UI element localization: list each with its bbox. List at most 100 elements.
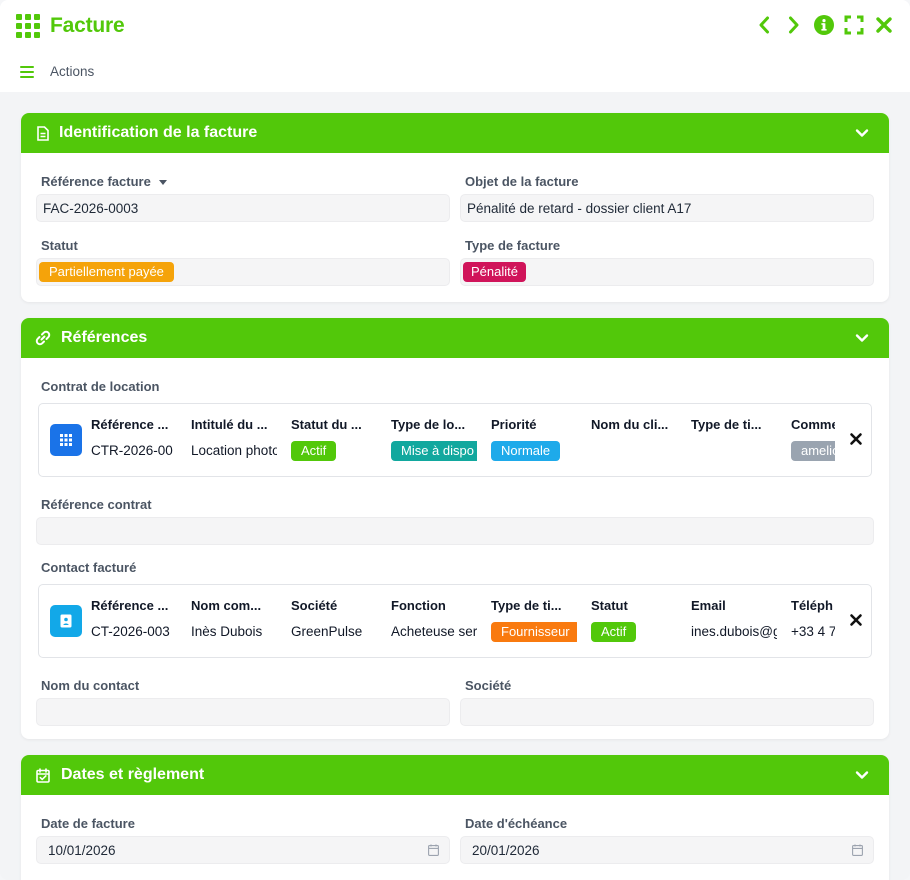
contact-col-function: Fonction Acheteuse ser — [391, 598, 477, 644]
invoice-window: Facture Actions Identification de la fac… — [0, 0, 910, 880]
section-title: Dates et règlement — [61, 766, 205, 783]
status-field[interactable]: Partiellement payée — [36, 258, 450, 286]
caret-down-icon[interactable] — [158, 180, 167, 186]
link-icon — [35, 330, 51, 346]
references-section-header[interactable]: Références — [21, 318, 889, 358]
contract-col-comment: Comme amelio — [791, 417, 835, 461]
document-icon — [35, 125, 51, 141]
object-field[interactable]: Pénalité de retard - dossier client A17 — [460, 194, 874, 222]
window-controls — [754, 14, 894, 36]
due-date-field[interactable]: 20/01/2026 — [460, 836, 874, 864]
calendar-check-icon — [35, 767, 51, 783]
column-header: Référence ... — [91, 417, 169, 432]
hamburger-menu-icon[interactable] — [20, 65, 34, 78]
cell-value: Location photo — [191, 443, 277, 458]
section-title: Identification de la facture — [59, 124, 258, 141]
contact-record[interactable]: Référence ... CT-2026-003 Nom com... Inè… — [38, 584, 872, 658]
contact-name-field[interactable] — [36, 698, 450, 726]
calendar-icon[interactable] — [852, 844, 863, 856]
title-row: Facture — [16, 13, 125, 39]
type-field[interactable]: Pénalité — [460, 258, 874, 286]
contract-col-priority: Priorité Normale — [491, 417, 577, 461]
calendar-icon[interactable] — [428, 844, 439, 856]
column-header: Comme — [791, 417, 835, 432]
contact-col-company: Société GreenPulse — [291, 598, 377, 644]
type-badge: Mise à dispo — [391, 441, 477, 461]
type-label: Type de facture — [465, 238, 561, 253]
remove-contract-icon[interactable] — [849, 432, 863, 446]
status-badge: Actif — [591, 622, 637, 642]
column-header: Priorité — [491, 417, 537, 432]
contract-col-type: Type de lo... Mise à dispo — [391, 417, 477, 461]
section-title: Références — [61, 329, 148, 346]
column-header: Fonction — [391, 598, 446, 613]
contract-col-tier-type: Type de ti... — [691, 417, 777, 433]
due-date-value: 20/01/2026 — [472, 842, 540, 858]
contract-col-title: Intitulé du ... Location photo — [191, 417, 277, 463]
dates-section: Dates et règlement Date de facture 10/01… — [21, 755, 889, 880]
contact-col-phone: Téléph +33 4 7 — [791, 598, 835, 644]
contract-ref-label: Référence contrat — [41, 497, 152, 512]
top-bar: Facture Actions — [0, 0, 910, 92]
column-header: Type de ti... — [491, 598, 562, 613]
info-icon[interactable] — [814, 14, 834, 36]
cell-value: GreenPulse — [291, 624, 363, 639]
next-chevron-icon[interactable] — [784, 14, 804, 36]
contract-col-client: Nom du cli... — [591, 417, 677, 433]
page-title: Facture — [50, 14, 125, 37]
contact-label: Contact facturé — [41, 560, 137, 575]
column-header: Téléph — [791, 598, 833, 613]
priority-badge: Normale — [491, 441, 561, 461]
references-section: Références Contrat de location Référence… — [21, 318, 889, 739]
cell-value: Acheteuse ser — [391, 624, 477, 639]
column-header: Nom com... — [191, 598, 262, 613]
column-header: Type de ti... — [691, 417, 762, 432]
identification-section-header[interactable]: Identification de la facture — [21, 113, 889, 153]
status-badge: Partiellement payée — [39, 262, 174, 282]
column-header: Statut — [591, 598, 628, 613]
contract-record[interactable]: Référence ... CTR-2026-00 Intitulé du ..… — [38, 403, 872, 477]
type-badge: Pénalité — [463, 262, 526, 282]
contact-col-ref: Référence ... CT-2026-003 — [91, 598, 177, 644]
cell-value: Inès Dubois — [191, 624, 263, 639]
fullscreen-icon[interactable] — [844, 14, 864, 36]
column-header: Email — [691, 598, 726, 613]
contract-label: Contrat de location — [41, 379, 160, 394]
contact-col-name: Nom com... Inès Dubois — [191, 598, 277, 644]
status-badge: Actif — [291, 441, 337, 461]
chevron-down-icon[interactable] — [855, 331, 869, 345]
column-header: Intitulé du ... — [191, 417, 268, 432]
column-header: Référence ... — [91, 598, 169, 613]
column-header: Statut du ... — [291, 417, 362, 432]
cell-value: CT-2026-003 — [91, 624, 170, 639]
contract-ref-field[interactable] — [36, 517, 874, 545]
chevron-down-icon[interactable] — [855, 126, 869, 140]
column-header: Société — [291, 598, 338, 613]
invoice-date-value: 10/01/2026 — [48, 842, 116, 858]
contact-col-email: Email ines.dubois@g — [691, 598, 777, 644]
app-grid-icon[interactable] — [16, 14, 40, 38]
remove-contact-icon[interactable] — [849, 613, 863, 627]
cell-value: ines.dubois@g — [691, 624, 777, 639]
cell-value: +33 4 7 — [791, 624, 835, 639]
contract-col-status: Statut du ... Actif — [291, 417, 377, 461]
contract-grid-icon — [50, 424, 82, 456]
actions-label[interactable]: Actions — [50, 64, 94, 79]
close-icon[interactable] — [874, 14, 894, 36]
invoice-date-label: Date de facture — [41, 816, 135, 831]
contact-card-icon — [50, 605, 82, 637]
actions-menu[interactable]: Actions — [20, 64, 94, 79]
identification-section: Identification de la facture Référence f… — [21, 113, 889, 302]
invoice-date-field[interactable]: 10/01/2026 — [36, 836, 450, 864]
ref-field[interactable]: FAC-2026-0003 — [36, 194, 450, 222]
company-field[interactable] — [460, 698, 874, 726]
column-header: Type de lo... — [391, 417, 466, 432]
contact-col-type: Type de ti... Fournisseur — [491, 598, 577, 642]
dates-section-header[interactable]: Dates et règlement — [21, 755, 889, 795]
chevron-down-icon[interactable] — [855, 768, 869, 782]
contract-col-ref: Référence ... CTR-2026-00 — [91, 417, 177, 463]
comment-badge: amelio — [791, 441, 835, 461]
contact-col-status: Statut Actif — [591, 598, 677, 642]
previous-chevron-icon[interactable] — [754, 14, 774, 36]
contact-name-label: Nom du contact — [41, 678, 140, 693]
